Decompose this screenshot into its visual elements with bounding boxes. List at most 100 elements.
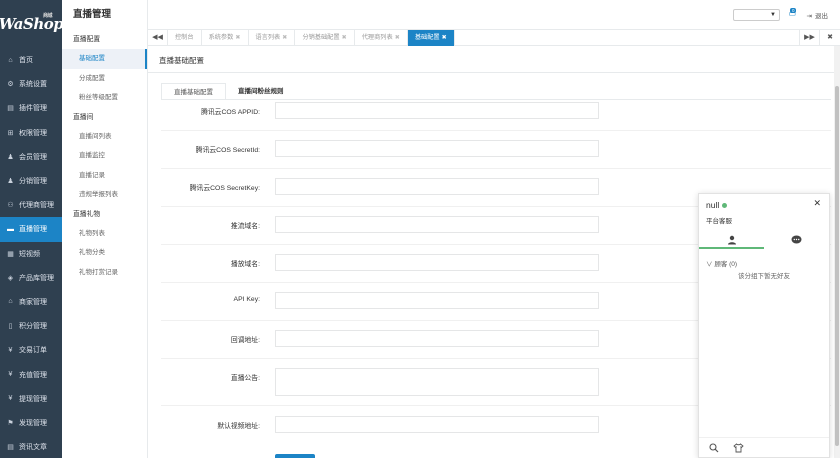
submenu-item[interactable]: 基础配置 [62, 49, 147, 69]
config-input[interactable] [275, 254, 599, 271]
tab-page-0[interactable]: 控制台 [168, 30, 202, 46]
config-input[interactable] [275, 216, 599, 233]
divider [148, 72, 834, 73]
close-icon[interactable]: ✖ [342, 34, 347, 41]
nav-item-14[interactable]: ¥ 提现管理 [0, 387, 62, 411]
nav-item-label: 首页 [19, 57, 33, 65]
submenu-item[interactable]: 礼物列表 [62, 224, 147, 243]
submenu-group-label: 直播配置 [73, 36, 101, 43]
chat-bubble-icon [791, 235, 802, 244]
film-icon: ▦ [7, 250, 14, 258]
submenu-item[interactable]: 直播监控 [62, 146, 147, 165]
field-label: API Key: [233, 296, 260, 303]
nav-item-4[interactable]: ♟ 会员管理 [0, 145, 62, 169]
sitemap-icon: ⊞ [7, 129, 14, 137]
user-icon [727, 235, 736, 245]
content-scrollbar[interactable] [834, 46, 840, 458]
nav-item-8[interactable]: ▦ 短视频 [0, 242, 62, 266]
nav-item-label: 会员管理 [19, 153, 47, 161]
tab-conversations[interactable] [764, 229, 829, 249]
submenu-item[interactable]: 直播间列表 [62, 127, 147, 146]
nav-item-label: 交易订单 [19, 347, 47, 355]
scrollbar-thumb[interactable] [835, 86, 839, 446]
yen-icon: ¥ [8, 371, 13, 379]
tab-page-3[interactable]: 分销基础配置 ✖ [295, 30, 355, 46]
row-divider [161, 130, 831, 131]
submenu-item[interactable]: 分成配置 [62, 69, 147, 88]
submenu-item[interactable]: 粉丝等级配置 [62, 88, 147, 107]
nav-item-13[interactable]: ¥ 充值管理 [0, 362, 62, 386]
nav-item-10[interactable]: ⌂ 商家管理 [0, 290, 62, 314]
nav-item-label: 权限管理 [19, 129, 47, 137]
tab-page-2[interactable]: 语言列表 ✖ [249, 30, 296, 46]
submenu-item[interactable]: 礼物打赏记录 [62, 263, 147, 282]
nav-item-label: 充值管理 [19, 371, 47, 379]
top-bar: ▼ ▭ 0 ⇥ 退出 [148, 0, 840, 30]
double-chevron-left-icon: ◀◀ [152, 34, 163, 41]
nav-item-6[interactable]: ⚇ 代理商管理 [0, 193, 62, 217]
nav-item-0[interactable]: ⌂ 首页 [0, 48, 62, 72]
config-input[interactable] [275, 292, 599, 309]
config-input[interactable] [275, 178, 599, 195]
nav-item-7[interactable]: ▬ 直播管理 [0, 217, 62, 242]
announcement-textarea[interactable] [275, 368, 599, 396]
nav-item-2[interactable]: ▤ 插件管理 [0, 96, 62, 120]
app-root: WaShop 商城 ⌂ 首页 ⚙ 系统设置 ▤ 插件管理 ⊞ 权限管理 ♟ 会员管理 ♟ 分销管理 ⚇ 代… [0, 0, 840, 458]
notification-button[interactable]: ▭ 0 [788, 8, 796, 18]
submenu: 直播管理 直播配置 基础配置 分成配置 粉丝等级配置 直播间 直播间列表 直播监控 直播记录违… [62, 0, 148, 458]
close-icon[interactable]: ✖ [235, 34, 240, 41]
nav-item-label: 代理商管理 [19, 202, 54, 210]
bank-icon: ⌂ [8, 298, 13, 306]
tab-label: 基础配置 [414, 34, 440, 41]
close-icon[interactable]: ✖ [395, 34, 400, 41]
yen-icon: ¥ [8, 346, 13, 354]
nav-item-label: 提现管理 [19, 395, 47, 403]
tab-page-5[interactable]: 基础配置 ✖ [407, 30, 455, 46]
close-icon[interactable]: ✖ [282, 34, 287, 41]
config-input[interactable] [275, 416, 599, 433]
submenu-item[interactable]: 礼物分类 [62, 243, 147, 262]
close-all-tabs-button[interactable]: ✖ [819, 30, 840, 46]
file-icon: ▯ [8, 323, 13, 331]
nav-item-16[interactable]: ▤ 资讯文章 [0, 435, 62, 458]
language-select[interactable]: ▼ [733, 9, 780, 21]
submenu-list: 直播配置 基础配置 分成配置 粉丝等级配置 直播间 直播间列表 直播监控 直播记录 违规举报列表… [62, 30, 147, 282]
search-icon[interactable] [709, 442, 719, 453]
form-tab-1[interactable]: 直播间粉丝规则 [226, 83, 296, 100]
tab-label: 语言列表 [255, 34, 281, 41]
nav-item-5[interactable]: ♟ 分销管理 [0, 169, 62, 193]
nav-item-3[interactable]: ⊞ 权限管理 [0, 121, 62, 145]
tab-friends[interactable] [699, 229, 764, 249]
group-count: (0) [729, 261, 738, 268]
nav-item-11[interactable]: ▯ 积分管理 [0, 314, 62, 338]
nav-item-label: 分销管理 [19, 178, 47, 186]
config-input[interactable] [275, 330, 599, 347]
chat-close-button[interactable]: ✕ [813, 198, 821, 209]
tab-label: 系统参数 [208, 34, 234, 41]
logo-text: WaShop [0, 15, 64, 33]
tab-page-4[interactable]: 代理商列表 ✖ [355, 30, 408, 46]
close-icon[interactable]: ✖ [442, 34, 447, 41]
tab-scroll-left-button[interactable]: ◀◀ [148, 30, 168, 46]
config-input[interactable] [275, 102, 599, 119]
config-input[interactable] [275, 140, 599, 157]
skin-icon[interactable] [733, 442, 744, 453]
nav-item-1[interactable]: ⚙ 系统设置 [0, 72, 62, 96]
main-sidebar: WaShop 商城 ⌂ 首页 ⚙ 系统设置 ▤ 插件管理 ⊞ 权限管理 ♟ 会员管理 ♟ 分销管理 ⚇ 代… [0, 0, 64, 458]
form-tabs: 直播基础配置 直播间粉丝规则 [161, 83, 296, 100]
logout-button[interactable]: ⇥ 退出 [807, 10, 828, 20]
nav-item-9[interactable]: ◈ 产品库管理 [0, 266, 62, 290]
tab-page-1[interactable]: 系统参数 ✖ [202, 30, 249, 46]
nav-item-label: 短视频 [19, 250, 40, 258]
submenu-item[interactable]: 违规举报列表 [62, 185, 147, 204]
submenu-item[interactable]: 直播记录 [62, 166, 147, 185]
nav-item-15[interactable]: ⚑ 发现管理 [0, 411, 62, 435]
nav-item-12[interactable]: ¥ 交易订单 [0, 338, 62, 362]
submit-button[interactable] [275, 454, 315, 458]
form-tab-0[interactable]: 直播基础配置 [161, 83, 226, 100]
nav-item-label: 插件管理 [19, 105, 47, 113]
chat-footer [699, 437, 829, 457]
cube-icon: ◈ [7, 274, 14, 282]
tab-scroll-right-button[interactable]: ▶▶ [799, 30, 819, 46]
friend-group-customers[interactable]: ∨ 顾客 (0) [706, 258, 737, 268]
